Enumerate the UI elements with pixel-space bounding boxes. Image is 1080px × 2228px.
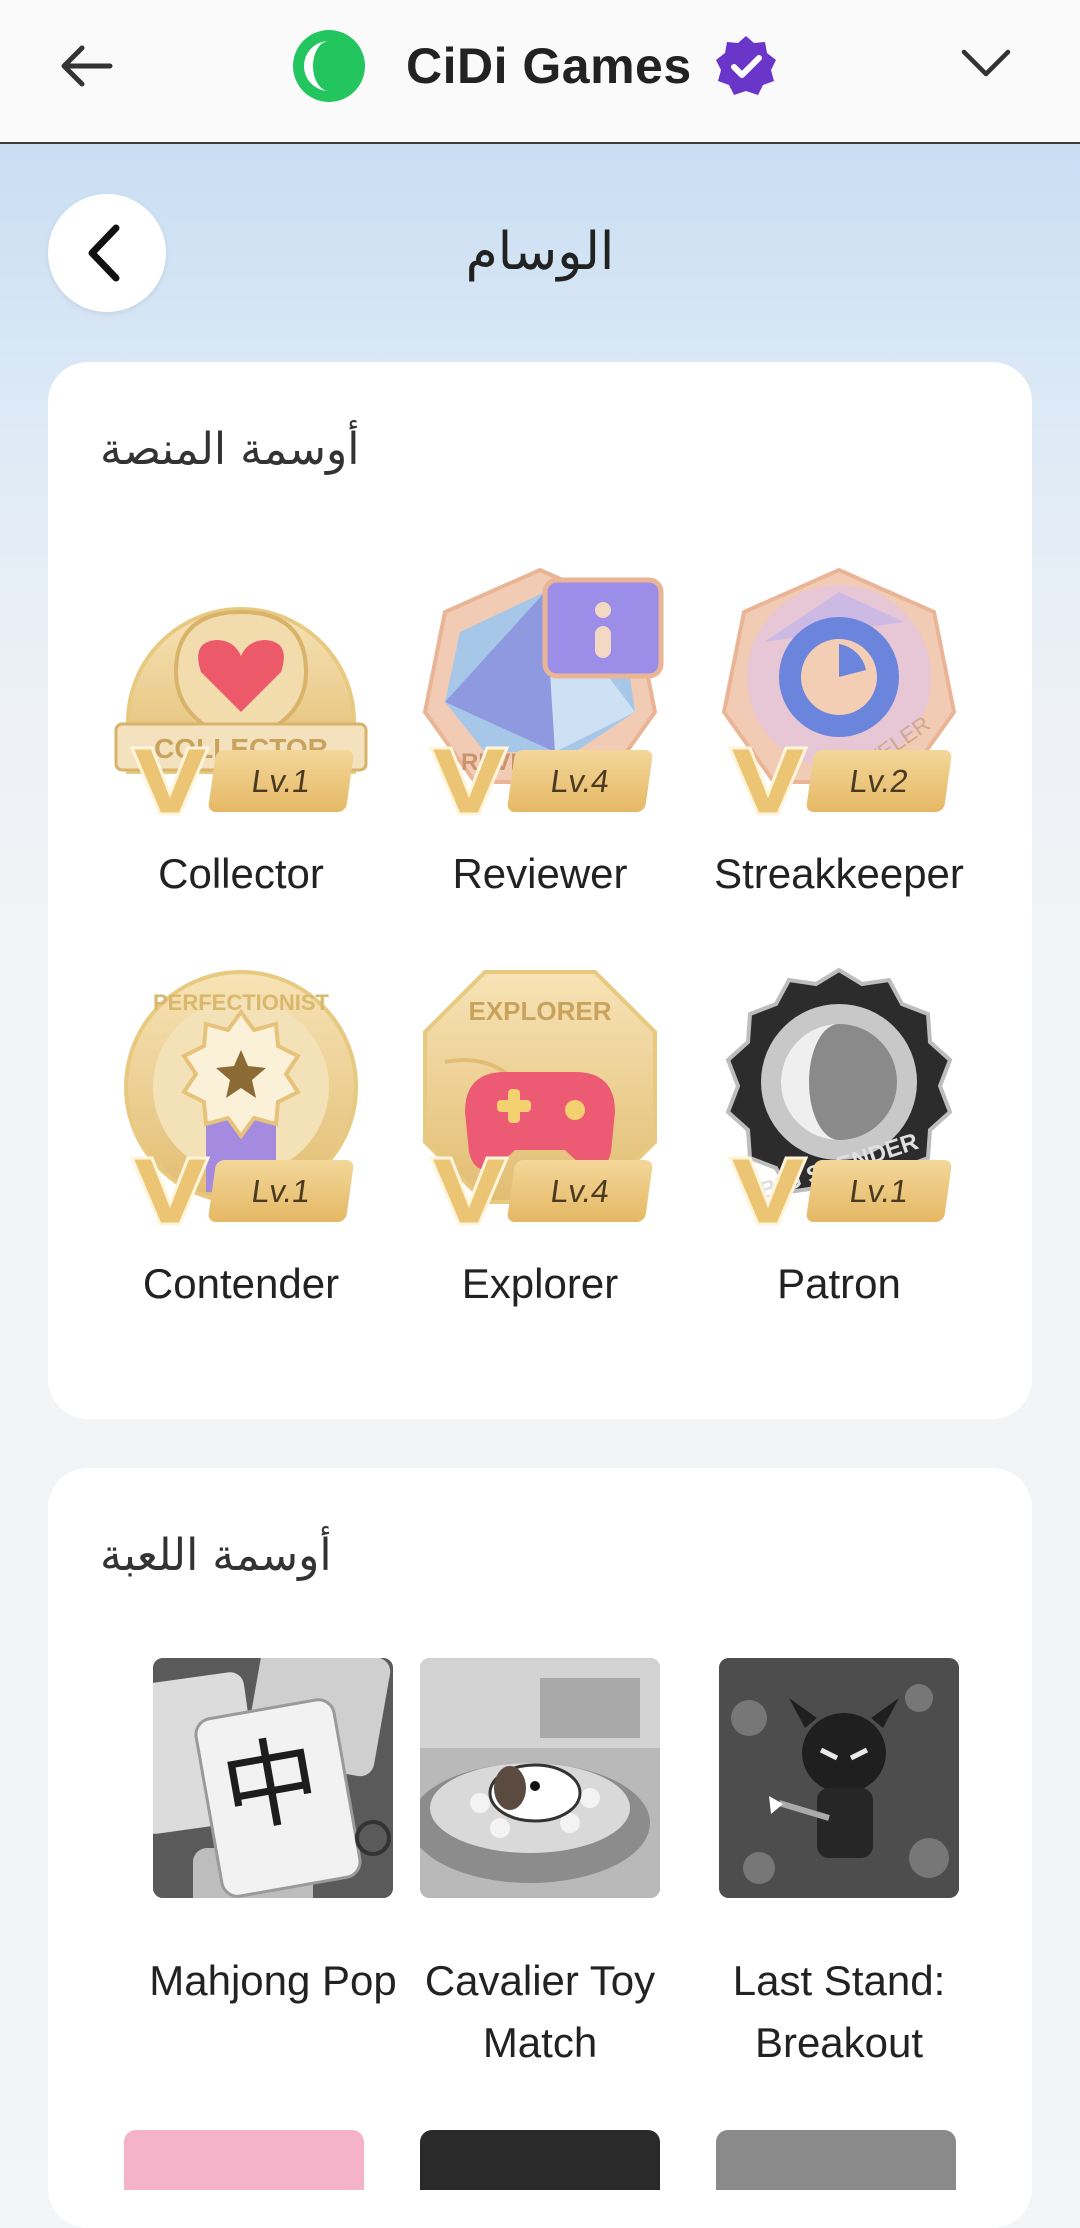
game-thumbnail-peek[interactable]	[716, 2130, 956, 2190]
v-level-icon	[728, 746, 808, 816]
badge-name: Contender	[142, 1260, 340, 1307]
badge-name: Streakkeeper	[714, 850, 964, 897]
badge-name: Reviewer	[452, 850, 628, 897]
svg-text:中: 中	[214, 1722, 328, 1849]
game-thumbnail-peek[interactable]	[124, 2130, 364, 2190]
platform-badges-title: أوسمة المنصة	[100, 424, 360, 475]
badge-collector[interactable]: COLLECTOR Lv.1 Collector	[91, 552, 391, 898]
chevron-left-icon	[88, 224, 120, 282]
verified-badge-icon	[715, 36, 776, 95]
badge-name: Explorer	[461, 1260, 619, 1307]
page-title: الوسام	[465, 222, 615, 282]
brand-name: CiDi Games	[406, 38, 692, 94]
badge-reviewer[interactable]: REVIEWER Lv.4 Reviewer	[390, 552, 690, 898]
game-thumbnail	[719, 1658, 959, 1898]
game-badges-card: أوسمة اللعبة 中 Mahjong Pop Cavalier Toy …	[48, 1468, 1032, 2228]
brand[interactable]: CiDi Games	[292, 26, 778, 106]
game-badges-title: أوسمة اللعبة	[100, 1530, 332, 1581]
v-level-icon	[728, 1156, 808, 1226]
badge-patron[interactable]: BIG SPENDER Lv.1 Patron	[689, 962, 989, 1308]
v-level-icon	[429, 1156, 509, 1226]
game-name: Mahjong Pop	[149, 1957, 397, 2004]
game-name: Last Stand: Breakout	[732, 1957, 946, 2066]
level-tag: Lv.1	[805, 1160, 953, 1222]
chevron-down-icon[interactable]	[956, 34, 1016, 94]
page-back-button[interactable]	[48, 194, 166, 312]
dog-toy-icon	[420, 1658, 660, 1898]
game-thumbnail	[420, 1658, 660, 1898]
game-thumbnail: 中	[153, 1658, 393, 1898]
mahjong-tiles-icon: 中	[153, 1658, 393, 1898]
v-level-icon	[130, 1156, 210, 1226]
cidi-logo-icon	[293, 30, 365, 102]
svg-text:EXPLORER: EXPLORER	[468, 996, 611, 1026]
badge-streakkeeper[interactable]: TRAVELER Lv.2 Streakkeeper	[689, 552, 989, 898]
app-header: CiDi Games	[0, 0, 1080, 144]
game-item-last-stand-breakout[interactable]: Last Stand: Breakout	[689, 1658, 989, 2074]
back-arrow-icon[interactable]	[50, 30, 122, 102]
level-tag: Lv.4	[506, 1160, 654, 1222]
badge-name: Patron	[777, 1260, 901, 1307]
game-item-cavalier-toy-match[interactable]: Cavalier Toy Match	[390, 1658, 690, 2074]
game-thumbnail-peek[interactable]	[420, 2130, 660, 2190]
level-tag: Lv.1	[207, 1160, 355, 1222]
badge-explorer[interactable]: EXPLORER Lv.4 Explorer	[390, 962, 690, 1308]
platform-badges-card: أوسمة المنصة COLLECTOR Lv.1 Collector Lv…	[48, 362, 1032, 1419]
badge-contender[interactable]: PERFECTIONIST Lv.1 Contender	[91, 962, 391, 1308]
level-tag: Lv.2	[805, 750, 953, 812]
level-tag: Lv.4	[506, 750, 654, 812]
badge-name: Collector	[158, 850, 324, 897]
game-name: Cavalier Toy Match	[424, 1957, 656, 2066]
warrior-icon	[719, 1658, 959, 1898]
game-item-mahjong-pop[interactable]: 中 Mahjong Pop	[123, 1658, 423, 2012]
svg-text:PERFECTIONIST: PERFECTIONIST	[153, 990, 330, 1015]
v-level-icon	[429, 746, 509, 816]
level-tag: Lv.1	[207, 750, 355, 812]
v-level-icon	[130, 746, 210, 816]
